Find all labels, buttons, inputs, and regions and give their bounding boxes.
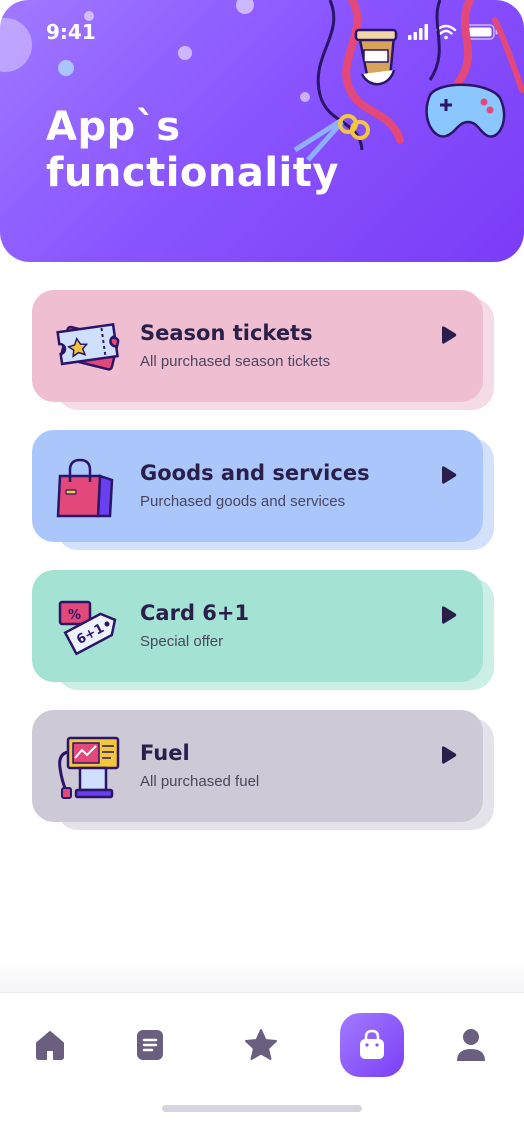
document-icon (137, 1030, 163, 1060)
card-subtitle: All purchased season tickets (140, 353, 331, 370)
decor-dot (58, 60, 74, 76)
goods-and-services-card[interactable]: Goods and services Purchased goods and s… (32, 430, 483, 542)
list-item: Goods and services Purchased goods and s… (32, 430, 494, 552)
svg-text:%: % (68, 608, 81, 623)
play-arrow-icon (442, 746, 457, 764)
header-illustration (293, 0, 524, 162)
card-title: Season tickets (140, 321, 313, 345)
nav-profile[interactable] (449, 1023, 493, 1067)
play-arrow-icon (442, 606, 457, 624)
list-item: % 6+1 Card 6+1 Special offer (32, 570, 494, 692)
card-title: Goods and services (140, 461, 370, 485)
shopping-bag-icon (56, 458, 114, 518)
nav-home[interactable] (28, 1023, 72, 1067)
home-icon (36, 1031, 64, 1060)
fuel-card[interactable]: Fuel All purchased fuel (32, 710, 483, 822)
card-subtitle: All purchased fuel (140, 773, 260, 790)
nav-documents[interactable] (128, 1023, 172, 1067)
card-title: Card 6+1 (140, 601, 250, 625)
header: 9:41 App`s functionality (0, 0, 524, 262)
app-screen: 9:41 App`s functionality Season tickets … (0, 0, 524, 1131)
card-title: Fuel (140, 741, 190, 765)
price-tag-icon: % 6+1 (58, 600, 117, 656)
status-time: 9:41 (46, 20, 96, 44)
list-item: Fuel All purchased fuel (32, 710, 494, 832)
card-6-plus-1-card[interactable]: % 6+1 Card 6+1 Special offer (32, 570, 483, 682)
play-arrow-icon (442, 326, 457, 344)
profile-icon (457, 1029, 485, 1061)
play-arrow-icon (442, 466, 457, 484)
ticket-icon (56, 323, 120, 371)
nav-purchases[interactable] (340, 1013, 404, 1077)
gamepad-illustration (425, 83, 506, 138)
nav-favorites[interactable] (239, 1023, 283, 1067)
scissors-illustration (293, 114, 370, 162)
star-icon (245, 1029, 277, 1060)
card-subtitle: Special offer (140, 633, 224, 650)
shopping-bag-icon (360, 1029, 384, 1059)
fuel-pump-icon (58, 736, 120, 799)
card-subtitle: Purchased goods and services (140, 493, 346, 510)
list-item: Season tickets All purchased season tick… (32, 290, 494, 412)
season-tickets-card[interactable]: Season tickets All purchased season tick… (32, 290, 483, 402)
home-indicator (162, 1105, 362, 1112)
